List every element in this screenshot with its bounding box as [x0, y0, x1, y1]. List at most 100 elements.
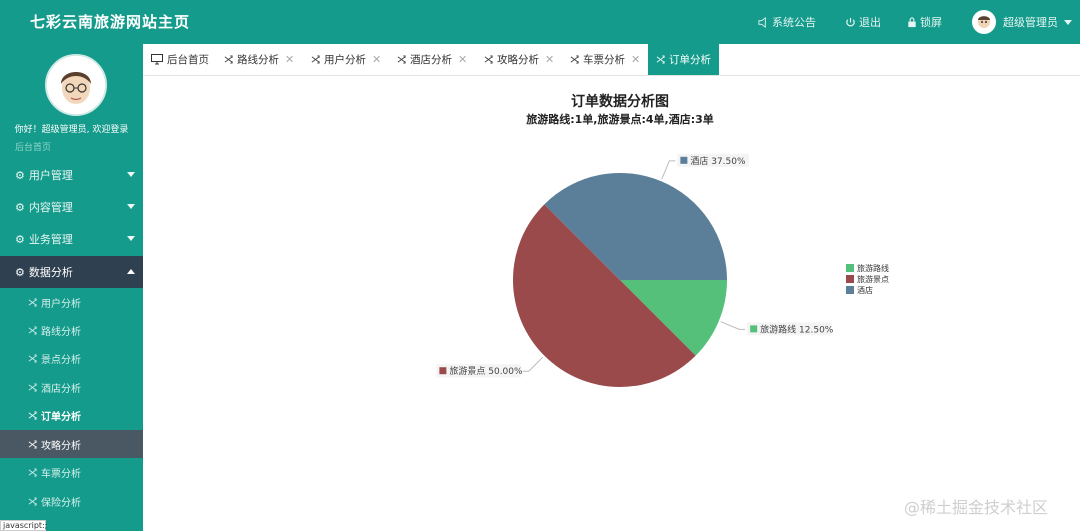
tab-label: 酒店分析	[410, 54, 452, 66]
slice-label-swatch	[750, 325, 758, 333]
gear-icon: ⚙	[15, 168, 25, 182]
user-label: 超级管理员	[1003, 16, 1058, 29]
shuffle-icon	[397, 55, 406, 64]
tab-label: 用户分析	[324, 54, 366, 66]
shuffle-icon	[311, 55, 320, 64]
notice-button[interactable]: 系统公告	[758, 14, 816, 30]
sidebar-item-user-analysis[interactable]: 用户分析	[0, 288, 143, 316]
tab-guide-analysis[interactable]: 攻略分析 ✕	[484, 44, 554, 75]
user-avatar[interactable]	[972, 10, 996, 34]
chevron-down-icon	[127, 236, 135, 241]
tab-bar: 后台首页 路线分析 ✕ 用户分析 ✕ 酒店分析 ✕ 攻略分析 ✕ 车票分析 ✕ …	[143, 44, 1080, 76]
label-leader-line	[661, 160, 676, 180]
slice-label: 旅游路线 12.50%	[760, 323, 834, 335]
lock-label: 锁屏	[920, 16, 942, 29]
sidebar-item-insurance-analysis[interactable]: 保险分析	[0, 487, 143, 515]
tab-label: 车票分析	[583, 54, 625, 66]
sidebar-menu-label: 内容管理	[28, 201, 73, 214]
shuffle-icon	[656, 55, 665, 64]
gear-icon: ⚙	[15, 200, 25, 214]
close-icon[interactable]: ✕	[545, 53, 554, 66]
sidebar-menu-data-analysis[interactable]: ⚙ 数据分析	[0, 256, 143, 288]
top-header: 七彩云南旅游网站主页 系统公告 退出 锁屏 超级管理员	[0, 0, 1080, 44]
chevron-up-icon	[127, 269, 135, 274]
legend-label[interactable]: 酒店	[857, 285, 873, 295]
sidebar-item-ticket-analysis[interactable]: 车票分析	[0, 458, 143, 486]
tab-user-analysis[interactable]: 用户分析 ✕	[311, 44, 381, 75]
sidebar-menu-label: 用户管理	[28, 169, 73, 182]
legend-swatch[interactable]	[846, 286, 854, 294]
shuffle-icon	[224, 55, 233, 64]
slice-label-swatch	[439, 367, 447, 375]
chart-title: 订单数据分析图	[571, 93, 669, 110]
gear-icon: ⚙	[15, 265, 25, 279]
sidebar-menu-label: 业务管理	[28, 233, 73, 246]
legend-label[interactable]: 旅游路线	[857, 263, 889, 273]
tab-label: 路线分析	[237, 54, 279, 66]
logout-label: 退出	[859, 16, 881, 29]
legend-swatch[interactable]	[846, 275, 854, 283]
watermark: @稀土掘金技术社区	[904, 498, 1049, 517]
close-icon[interactable]: ✕	[372, 53, 381, 66]
sidebar-item-route-analysis[interactable]: 路线分析	[0, 316, 143, 344]
site-title: 七彩云南旅游网站主页	[30, 13, 191, 31]
label-leader-line	[522, 356, 544, 372]
chevron-down-icon	[1064, 19, 1072, 25]
tab-label: 攻略分析	[497, 54, 539, 66]
sidebar-item-label: 车票分析	[41, 468, 81, 480]
lock-screen-button[interactable]: 锁屏	[907, 14, 942, 30]
legend-swatch[interactable]	[846, 264, 854, 272]
tab-ticket-analysis[interactable]: 车票分析 ✕	[570, 44, 640, 75]
sidebar-item-order-analysis[interactable]: 订单分析	[0, 401, 143, 429]
sidebar-item-label: 用户分析	[41, 298, 81, 310]
sidebar-item-label: 攻略分析	[41, 440, 81, 452]
chevron-down-icon	[127, 204, 135, 209]
shuffle-icon	[28, 297, 37, 307]
order-pie-chart: 订单数据分析图 旅游路线:1单,旅游景点:4单,酒店:3单 旅游路线 12.50…	[436, 93, 889, 387]
sidebar-menu-user-management[interactable]: ⚙ 用户管理	[0, 159, 143, 191]
sidebar-menu-business-management[interactable]: ⚙ 业务管理	[0, 223, 143, 255]
chart-subtitle: 旅游路线:1单,旅游景点:4单,酒店:3单	[526, 112, 714, 126]
logout-button[interactable]: 退出	[845, 14, 881, 30]
shuffle-icon	[28, 325, 37, 335]
slice-label: 旅游景点 50.00%	[449, 365, 523, 377]
sidebar-item-label: 酒店分析	[41, 383, 81, 395]
status-bar-text: javascript:;	[0, 520, 47, 531]
sidebar-item-guide-analysis[interactable]: 攻略分析	[0, 430, 143, 458]
tab-label: 后台首页	[167, 54, 209, 66]
gear-icon: ⚙	[15, 232, 25, 246]
sidebar-item-label: 保险分析	[41, 497, 81, 509]
legend-label[interactable]: 旅游景点	[857, 274, 889, 284]
power-icon	[846, 17, 855, 26]
sidebar-item-label: 路线分析	[41, 326, 81, 338]
sidebar: 你好！超级管理员, 欢迎登录 后台首页 ⚙ 用户管理 ⚙ 内容管理 ⚙ 业务管理…	[0, 44, 143, 531]
close-icon[interactable]: ✕	[285, 53, 294, 66]
tab-route-analysis[interactable]: 路线分析 ✕	[224, 44, 294, 75]
welcome-text: 你好！超级管理员, 欢迎登录	[14, 125, 129, 135]
slice-label: 酒店 37.50%	[690, 155, 746, 167]
sidebar-item-spot-analysis[interactable]: 景点分析	[0, 344, 143, 372]
close-icon[interactable]: ✕	[458, 53, 467, 66]
sidebar-item-hotel-analysis[interactable]: 酒店分析	[0, 373, 143, 401]
sidebar-item-home[interactable]: 后台首页	[15, 140, 51, 153]
slice-label-swatch	[680, 156, 688, 164]
monitor-icon	[151, 54, 163, 65]
shuffle-icon	[28, 382, 37, 392]
shuffle-icon	[28, 410, 37, 420]
tab-order-analysis[interactable]: 订单分析	[648, 44, 719, 75]
close-icon[interactable]: ✕	[631, 53, 640, 66]
sidebar-menu-content-management[interactable]: ⚙ 内容管理	[0, 191, 143, 223]
shuffle-icon	[484, 55, 493, 64]
shuffle-icon	[570, 55, 579, 64]
profile-face-icon	[47, 56, 105, 114]
avatar-face-icon	[978, 16, 990, 28]
lock-icon	[908, 16, 916, 27]
tab-hotel-analysis[interactable]: 酒店分析 ✕	[397, 44, 467, 75]
shuffle-icon	[28, 467, 37, 477]
shuffle-icon	[28, 439, 37, 449]
tab-home[interactable]: 后台首页	[151, 44, 209, 75]
shuffle-icon	[28, 496, 37, 506]
label-leader-line	[720, 321, 746, 330]
tab-label: 订单分析	[669, 54, 711, 66]
user-menu[interactable]: 超级管理员	[1003, 14, 1072, 30]
